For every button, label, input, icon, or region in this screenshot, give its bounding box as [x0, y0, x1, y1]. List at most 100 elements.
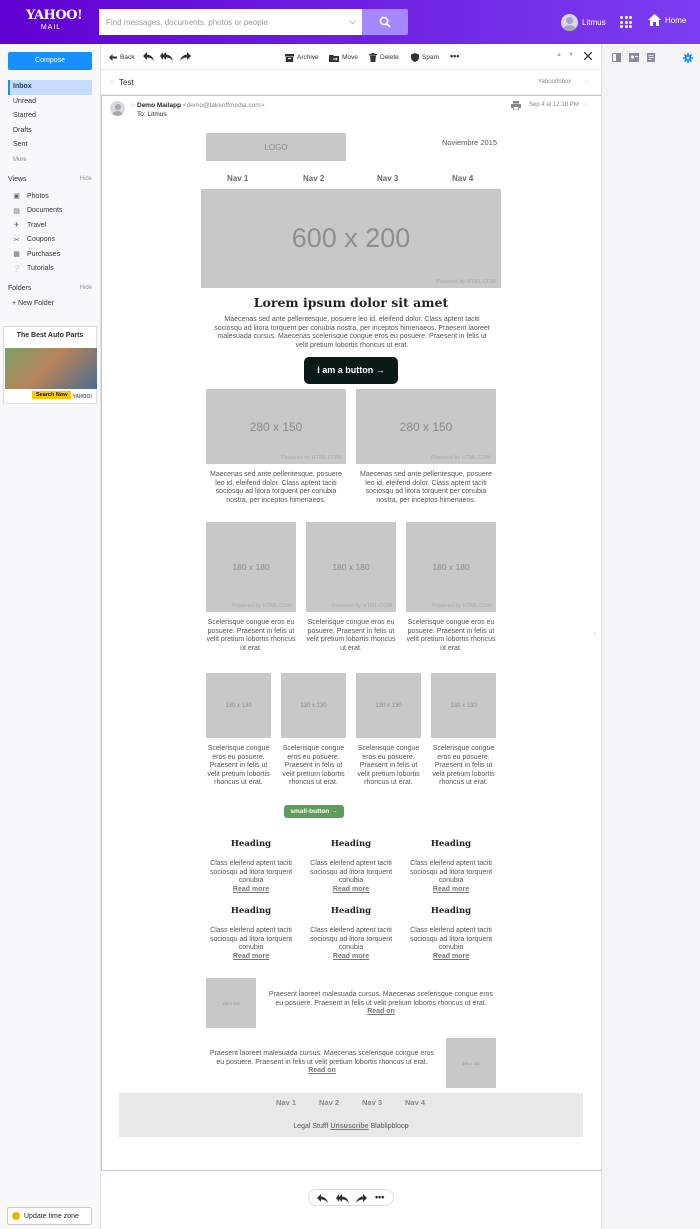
gear-icon[interactable] — [683, 53, 693, 63]
purchases-icon: ▦ — [13, 251, 20, 259]
nav-link-1[interactable]: Nav 1 — [227, 174, 248, 183]
move-button[interactable]: Move — [329, 53, 358, 62]
documents-icon: ▤ — [13, 207, 20, 215]
apps-grid-icon[interactable] — [620, 16, 632, 28]
yahoo-mail-logo[interactable]: YAHOO! MAIL — [26, 9, 83, 34]
primary-button[interactable]: I am a button → — [304, 357, 398, 384]
trash-icon — [369, 53, 377, 62]
powered-by-label: Powered by HTML.COM — [281, 455, 341, 461]
email-title: Lorem ipsum dolor sit amet — [253, 295, 449, 310]
sender-email: <demo@takeoffmedia.com> — [182, 102, 265, 109]
view-documents[interactable]: ▤ Documents — [12, 204, 96, 219]
collapse-rail-icon[interactable]: › — [594, 631, 596, 638]
read-more-link[interactable]: Read more — [333, 886, 369, 893]
read-more-link[interactable]: Read more — [433, 953, 469, 960]
folder-path[interactable]: Yahoo/Inbox — [538, 79, 571, 85]
small-button[interactable]: small-button → — [284, 805, 344, 818]
delete-label: Delete — [380, 54, 399, 61]
read-more-link[interactable]: Read more — [233, 953, 269, 960]
spam-button[interactable]: Spam — [411, 53, 439, 62]
view-photos[interactable]: ▣ Photos — [12, 189, 96, 204]
forward-icon[interactable] — [356, 1194, 367, 1203]
view-tutorials[interactable]: ❔ Tutorials — [12, 262, 96, 277]
search-button[interactable] — [362, 9, 408, 35]
notepad-icon[interactable] — [647, 53, 655, 62]
sidebar-ad[interactable]: The Best Auto Parts Search Now YAHOO! — [3, 326, 97, 404]
read-more-link[interactable]: Read more — [233, 886, 269, 893]
star-icon[interactable]: ☆ — [584, 78, 590, 86]
heading-3: Heading — [430, 839, 472, 849]
ad-image — [5, 348, 97, 389]
view-travel[interactable]: ✈ Travel — [12, 218, 96, 233]
close-icon[interactable] — [584, 52, 592, 60]
four-col-text-3: Scelerisque congue eros eu posuere. Prae… — [357, 745, 420, 787]
folder-more[interactable]: More — [8, 153, 92, 168]
search-input[interactable] — [99, 9, 339, 35]
star-icon[interactable]: ☆ — [130, 102, 135, 109]
read-on-link[interactable]: Read on — [308, 1067, 336, 1074]
forward-icon[interactable] — [180, 52, 191, 61]
view-purchases[interactable]: ▦ Purchases — [12, 247, 96, 262]
ad-title: The Best Auto Parts — [16, 332, 84, 339]
footer-nav-2[interactable]: Nav 2 — [319, 1098, 339, 1107]
folder-inbox[interactable]: Inbox — [8, 80, 92, 95]
reply-icon[interactable] — [143, 52, 154, 61]
media-text-right: Praesent laoreet malesuada cursus. Maece… — [209, 1050, 435, 1075]
bottom-action-bar: ••• — [308, 1189, 394, 1206]
folder-move-icon — [329, 54, 339, 62]
chevron-down-icon[interactable]: ⌵ — [349, 16, 356, 27]
new-folder-link[interactable]: + New Folder — [12, 300, 54, 307]
compose-button[interactable]: Compose — [8, 52, 92, 70]
next-message-icon[interactable]: ▼ — [568, 52, 574, 58]
user-menu[interactable]: Litmus — [561, 13, 606, 31]
layout-icon[interactable] — [612, 53, 621, 62]
footer-nav-4[interactable]: Nav 4 — [405, 1098, 425, 1107]
update-timezone-button[interactable]: Update time zone — [7, 1207, 92, 1225]
heading-4: Heading — [230, 906, 272, 916]
image-label: 180 x 180 — [432, 562, 470, 572]
star-icon[interactable]: ☆ — [583, 101, 589, 109]
heading-text-4: Class eleifend aptent taciti sociosqu ad… — [209, 927, 293, 960]
sender[interactable]: Demo Mailapp <demo@takeoffmedia.com> — [137, 102, 265, 109]
folder-unread[interactable]: Unread — [8, 95, 92, 110]
folder-sent[interactable]: Sent — [8, 138, 92, 153]
more-actions-icon[interactable]: ••• — [450, 51, 459, 61]
folders-hide-link[interactable]: Hide — [80, 285, 92, 292]
four-col-text-4: Scelerisque congue eros eu posuere. Prae… — [432, 745, 495, 787]
reply-all-icon[interactable] — [160, 52, 173, 61]
media-thumb-right: 100 x 100 — [446, 1038, 496, 1088]
archive-button[interactable]: Archive — [285, 53, 319, 62]
read-on-link[interactable]: Read on — [367, 1008, 395, 1015]
reply-icon[interactable] — [317, 1194, 328, 1203]
image-130x130-4: 130 x 130 — [431, 673, 496, 738]
archive-label: Archive — [297, 54, 319, 61]
view-coupons[interactable]: ✂ Coupons — [12, 233, 96, 248]
star-icon[interactable]: ☆ — [109, 78, 115, 86]
reply-all-icon[interactable] — [336, 1194, 349, 1203]
three-col-text-3: Scelerisque congue eros eu posuere. Prae… — [406, 619, 496, 652]
read-more-link[interactable]: Read more — [333, 953, 369, 960]
nav-link-3[interactable]: Nav 3 — [377, 174, 398, 183]
previous-message-icon[interactable]: ▲ — [556, 52, 562, 58]
back-button[interactable]: Back — [109, 53, 134, 62]
image-label: 130 x 130 — [375, 702, 402, 709]
folder-drafts[interactable]: Drafts — [8, 124, 92, 139]
unsubscribe-link[interactable]: Unsuscribe — [330, 1123, 368, 1130]
print-icon[interactable] — [511, 101, 521, 110]
footer-nav-1[interactable]: Nav 1 — [276, 1098, 296, 1107]
more-actions-icon[interactable]: ••• — [375, 1192, 384, 1202]
delete-button[interactable]: Delete — [369, 53, 399, 62]
timezone-label: Update time zone — [24, 1212, 79, 1220]
footer-nav-3[interactable]: Nav 3 — [362, 1098, 382, 1107]
views-hide-link[interactable]: Hide — [80, 176, 92, 183]
contacts-icon[interactable] — [629, 53, 639, 62]
read-more-link[interactable]: Read more — [433, 886, 469, 893]
home-button[interactable]: Home — [648, 14, 686, 26]
ad-cta-button[interactable]: Search Now — [32, 391, 72, 399]
nav-link-2[interactable]: Nav 2 — [303, 174, 324, 183]
folder-starred[interactable]: Starred — [8, 109, 92, 124]
image-280x150-right: 280 x 150 Powered by HTML.COM — [356, 389, 496, 464]
nav-link-4[interactable]: Nav 4 — [452, 174, 473, 183]
hero-label: 600 x 200 — [291, 223, 411, 253]
email-footer: Nav 1 Nav 2 Nav 3 Nav 4 Legal Stufff Uns… — [119, 1093, 583, 1137]
